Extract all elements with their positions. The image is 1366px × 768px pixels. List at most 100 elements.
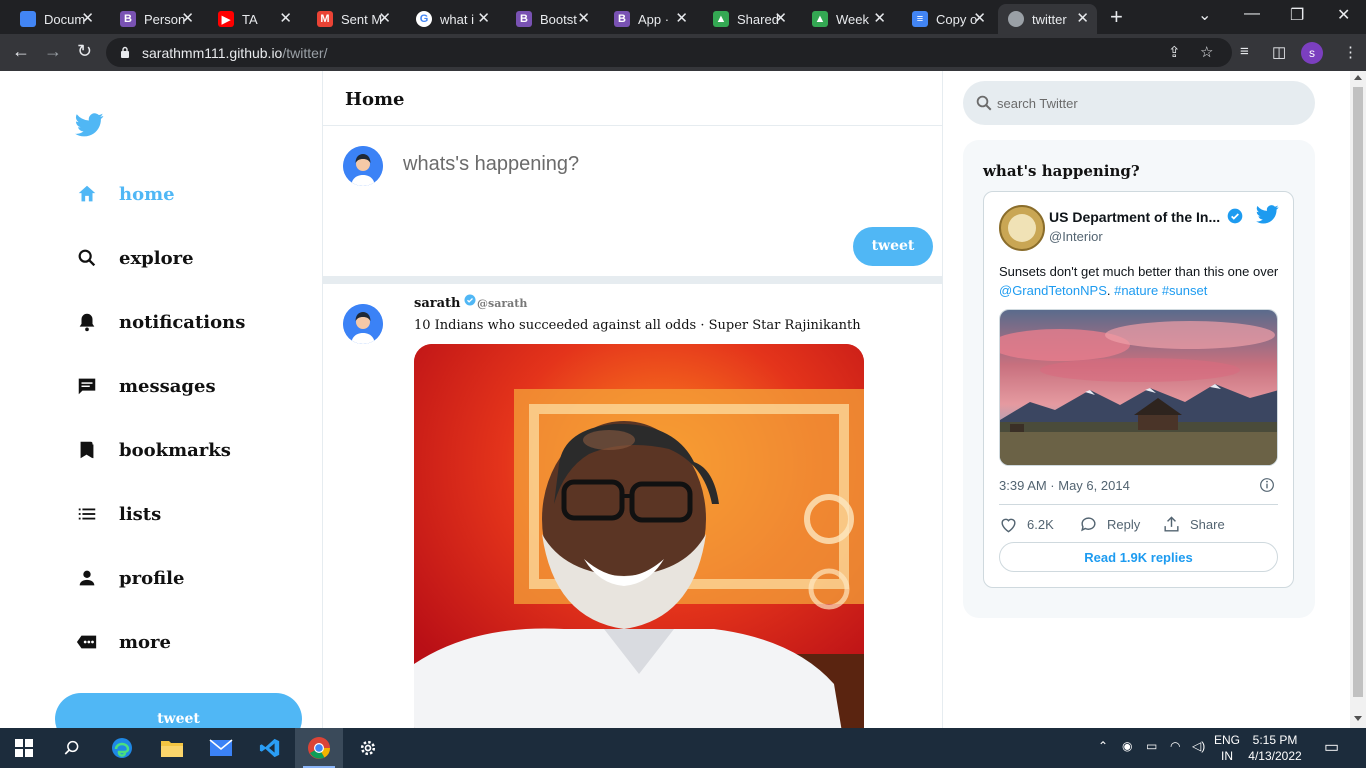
language-indicator[interactable]: ENG IN bbox=[1214, 732, 1240, 764]
tab-close-icon[interactable]: ✕ bbox=[577, 11, 590, 27]
sidebar-item-messages[interactable]: messages bbox=[76, 371, 216, 401]
tab-close-icon[interactable]: ✕ bbox=[873, 11, 886, 27]
post-author-name[interactable]: sarath bbox=[414, 296, 460, 311]
browser-tab[interactable]: Gwhat i ✕ bbox=[406, 4, 498, 34]
bootstrap-icon: B bbox=[516, 11, 532, 27]
browser-tab[interactable]: ▲ Week ✕ bbox=[802, 4, 894, 34]
reply-action[interactable]: Reply bbox=[1079, 515, 1140, 534]
twitter-logo-icon[interactable] bbox=[75, 113, 104, 137]
share-action[interactable]: Share bbox=[1162, 515, 1225, 534]
search-icon bbox=[976, 95, 992, 111]
lock-icon[interactable] bbox=[120, 46, 130, 59]
notifications-icon[interactable]: ▭ bbox=[1324, 737, 1339, 757]
sidebar-item-bookmarks[interactable]: bookmarks bbox=[76, 435, 231, 465]
embed-date[interactable]: 3:39 AM · May 6, 2014 bbox=[999, 478, 1130, 493]
compose-tweet-button[interactable]: tweet bbox=[853, 227, 933, 266]
sidebar-item-explore[interactable]: explore bbox=[76, 243, 194, 273]
sidebar-tweet-button[interactable]: tweet bbox=[55, 693, 302, 728]
embedded-tweet-card[interactable]: US Department of the In... @Interior Sun… bbox=[983, 191, 1294, 588]
sidebar-item-more[interactable]: more bbox=[76, 627, 171, 657]
side-panel-icon[interactable]: ◫ bbox=[1272, 43, 1286, 61]
page-scrollbar[interactable] bbox=[1350, 71, 1366, 728]
scroll-down-arrow-icon[interactable] bbox=[1354, 716, 1362, 721]
sidebar-item-home[interactable]: home bbox=[76, 179, 175, 209]
browser-tab[interactable]: M Sent M ✕ bbox=[307, 4, 399, 34]
battery-icon[interactable]: ▭ bbox=[1146, 739, 1157, 753]
mail-icon bbox=[209, 739, 233, 756]
close-window-button[interactable]: ✕ bbox=[1337, 5, 1350, 25]
start-button[interactable] bbox=[0, 728, 48, 768]
reload-button[interactable]: ↻ bbox=[77, 41, 92, 61]
account-avatar[interactable] bbox=[999, 205, 1045, 251]
post-image[interactable] bbox=[414, 344, 864, 728]
share-icon bbox=[1164, 516, 1179, 532]
scrollbar-thumb[interactable] bbox=[1353, 87, 1363, 697]
browser-tab[interactable]: twitter ✕ bbox=[998, 4, 1097, 34]
browser-tab[interactable]: B App · ✕ bbox=[604, 4, 696, 34]
tab-close-icon[interactable]: ✕ bbox=[279, 11, 292, 27]
tab-close-icon[interactable]: ✕ bbox=[81, 11, 94, 27]
browser-tab[interactable]: Docum ✕ bbox=[10, 4, 102, 34]
info-icon[interactable] bbox=[1259, 477, 1275, 493]
mention-link[interactable]: @GrandTetonNPS bbox=[999, 283, 1107, 298]
browser-tab[interactable]: B Bootst ✕ bbox=[506, 4, 598, 34]
taskbar-clock[interactable]: 5:15 PM 4/13/2022 bbox=[1245, 732, 1305, 764]
tab-close-icon[interactable]: ✕ bbox=[378, 11, 391, 27]
post-author-handle[interactable]: @sarath bbox=[477, 297, 527, 310]
compose-input[interactable]: whats's happening? bbox=[403, 153, 579, 176]
sidebar-item-lists[interactable]: lists bbox=[76, 499, 161, 529]
hashtag-link[interactable]: #nature bbox=[1114, 283, 1158, 298]
feed: Home whats's happening? tweet sarath @sa… bbox=[322, 71, 943, 728]
taskbar-mail[interactable] bbox=[197, 728, 245, 768]
embed-photo[interactable] bbox=[999, 309, 1278, 466]
browser-tab[interactable]: ≡ Copy o ✕ bbox=[902, 4, 994, 34]
sidebar-item-label: messages bbox=[119, 375, 216, 397]
media-control-icon[interactable]: ≡ bbox=[1240, 43, 1249, 60]
volume-icon[interactable]: ◁) bbox=[1192, 739, 1205, 753]
tab-search-icon[interactable]: ⌄ bbox=[1198, 5, 1211, 25]
tab-close-icon[interactable]: ✕ bbox=[675, 11, 688, 27]
taskbar-search-button[interactable] bbox=[48, 728, 96, 768]
scroll-up-arrow-icon[interactable] bbox=[1354, 75, 1362, 80]
taskbar-file-explorer[interactable] bbox=[148, 728, 196, 768]
tray-meet-icon[interactable]: ◉ bbox=[1122, 739, 1132, 753]
embed-account-handle[interactable]: @Interior bbox=[1049, 229, 1103, 244]
taskbar-settings[interactable] bbox=[344, 728, 392, 768]
forward-button[interactable]: → bbox=[44, 41, 62, 61]
address-bar[interactable]: sarathmm111.github.io/twitter/ bbox=[106, 38, 1232, 67]
browser-tab[interactable]: B Person ✕ bbox=[110, 4, 202, 34]
hashtag-link[interactable]: #sunset bbox=[1162, 283, 1208, 298]
sidebar-item-profile[interactable]: profile bbox=[76, 563, 184, 593]
taskbar-chrome[interactable] bbox=[295, 728, 343, 768]
like-action[interactable]: 6.2K bbox=[999, 515, 1054, 534]
search-input[interactable]: search Twitter bbox=[997, 96, 1078, 111]
new-tab-button[interactable]: + bbox=[1110, 6, 1123, 28]
back-button[interactable]: ← bbox=[12, 41, 30, 61]
post-avatar[interactable] bbox=[343, 304, 383, 344]
share-icon[interactable]: ⇪ bbox=[1168, 43, 1181, 61]
tab-close-icon[interactable]: ✕ bbox=[181, 11, 194, 27]
tab-close-icon[interactable]: ✕ bbox=[1076, 11, 1089, 27]
tray-overflow-chevron-icon[interactable]: ⌃ bbox=[1098, 739, 1108, 753]
browser-tab[interactable]: ▶ TA ✕ bbox=[208, 4, 300, 34]
feed-header: Home bbox=[323, 71, 942, 126]
search-bar[interactable]: search Twitter bbox=[963, 81, 1315, 125]
read-replies-button[interactable]: Read 1.9K replies bbox=[999, 542, 1278, 572]
tab-close-icon[interactable]: ✕ bbox=[477, 11, 490, 27]
wifi-icon[interactable]: ◠ bbox=[1170, 739, 1180, 753]
tab-close-icon[interactable]: ✕ bbox=[973, 11, 986, 27]
taskbar-edge[interactable] bbox=[98, 728, 146, 768]
sidebar-item-label: notifications bbox=[119, 311, 246, 333]
menu-icon[interactable]: ⋮ bbox=[1343, 43, 1358, 61]
profile-avatar[interactable]: s bbox=[1301, 42, 1323, 64]
taskbar-vscode[interactable] bbox=[246, 728, 294, 768]
minimize-button[interactable]: — bbox=[1244, 5, 1260, 23]
browser-tab[interactable]: ▲ Shared ✕ bbox=[703, 4, 795, 34]
bookmark-star-icon[interactable]: ☆ bbox=[1200, 43, 1213, 61]
maximize-button[interactable]: ❐ bbox=[1290, 5, 1304, 25]
twitter-logo-icon[interactable] bbox=[1256, 205, 1279, 224]
url-text[interactable]: sarathmm111.github.io/twitter/ bbox=[142, 45, 327, 61]
tab-close-icon[interactable]: ✕ bbox=[774, 11, 787, 27]
sidebar-item-notifications[interactable]: notifications bbox=[76, 307, 245, 337]
embed-account-name[interactable]: US Department of the In... bbox=[1049, 209, 1229, 225]
